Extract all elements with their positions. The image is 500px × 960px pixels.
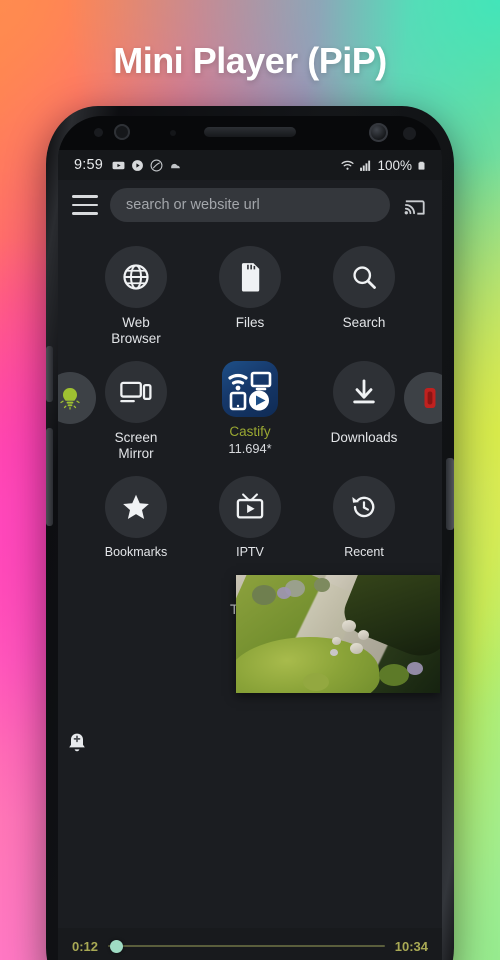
youtube-icon: [112, 161, 125, 169]
app-tile-castify[interactable]: Castify 11.694*: [202, 360, 298, 462]
history-clock-icon: [352, 496, 375, 517]
tile-icon-bg: [219, 246, 281, 308]
seek-bar[interactable]: [108, 937, 385, 955]
app-tile-label: IPTV: [236, 544, 264, 559]
app-grid-row: Web Browser Files Search: [88, 246, 412, 347]
app-shortcut-grid: Web Browser Files Search Screen Mirror C…: [58, 232, 442, 559]
app-grid-row: Screen Mirror Castify 11.694* Downloads: [88, 360, 412, 462]
status-bar-time: 9:59: [74, 157, 104, 173]
app-tile-label: Bookmarks: [104, 544, 168, 559]
phone-top-bezel: [58, 116, 442, 150]
magnifier-icon: [353, 266, 376, 289]
castify-app-icon: [222, 360, 278, 417]
label-line-2: Mirror: [118, 445, 154, 461]
screen-mirror-icon: [120, 381, 152, 403]
tv-play-icon: [236, 493, 264, 519]
battery-icon: [418, 161, 425, 170]
status-bar-notification-icons: [112, 159, 182, 172]
mini-player-bar: 0:12 10:34 Big Buck Bunny, Sunflower ver…: [58, 928, 442, 960]
phone-mockup: 9:59 100% search or website url Web Brow…: [46, 106, 454, 960]
pip-flower: [329, 648, 338, 656]
pip-rock: [331, 636, 341, 645]
download-icon: [353, 379, 375, 404]
app-tile-downloads[interactable]: Downloads: [316, 360, 412, 462]
tile-icon-bg: [333, 475, 395, 538]
trending-section: Tren: [58, 573, 442, 705]
app-tile-label: Downloads: [330, 429, 398, 445]
app-tile-search[interactable]: Search: [316, 246, 412, 347]
pip-flower: [276, 587, 291, 600]
app-tile-label: Castify: [229, 423, 271, 439]
battery-percent-label: 100%: [377, 157, 412, 173]
pip-bush: [252, 584, 277, 605]
seek-row: 0:12 10:34: [58, 934, 442, 958]
seek-track: [108, 945, 385, 947]
tile-icon-bg: [333, 246, 395, 308]
app-tile-label: Web Browser: [111, 315, 161, 347]
app-tile-label: Files: [235, 315, 265, 330]
wifi-icon: [341, 160, 355, 170]
tile-icon-bg: [105, 246, 167, 308]
toolbar: search or website url: [58, 180, 442, 232]
app-tile-recent[interactable]: Recent: [316, 475, 412, 560]
status-bar-system-icons: 100%: [341, 158, 426, 173]
search-input[interactable]: search or website url: [110, 188, 390, 222]
pip-flower: [407, 661, 424, 675]
app-tile-version: 11.694*: [228, 440, 272, 456]
phone-button-volume: [46, 428, 53, 526]
proximity-sensor-icon: [94, 128, 103, 137]
phone-button-bixby: [46, 346, 53, 402]
cast-icon[interactable]: [402, 194, 428, 216]
status-bar: 9:59 100%: [58, 150, 442, 180]
pip-bush: [313, 577, 330, 592]
app-tile-files[interactable]: Files: [202, 246, 298, 347]
app-tile-label: Recent: [344, 544, 384, 559]
app-tile-web-browser[interactable]: Web Browser: [88, 246, 184, 347]
earpiece-speaker: [204, 127, 296, 137]
picture-in-picture-video[interactable]: [236, 575, 440, 694]
record-stop-icon: [424, 388, 436, 408]
duration-label: 10:34: [394, 938, 428, 954]
lightbulb-icon: [60, 388, 80, 410]
app-tile-bookmarks[interactable]: Bookmarks: [88, 475, 184, 560]
signal-icon: [360, 160, 371, 171]
seek-thumb[interactable]: [110, 939, 124, 953]
secondary-sensor-icon: [403, 127, 416, 140]
pip-rock: [350, 642, 364, 654]
light-sensor-icon: [170, 130, 176, 136]
page-title: Mini Player (PiP): [113, 40, 387, 81]
tile-icon-bg: [105, 360, 167, 423]
app-grid-row: Bookmarks IPTV Recent: [88, 475, 412, 560]
label-line-1: Screen: [114, 429, 158, 445]
label-line-2: Browser: [111, 330, 161, 346]
hamburger-menu-icon[interactable]: [72, 195, 98, 215]
add-notification-bell-icon: [69, 733, 85, 752]
add-notification-bell-button[interactable]: [62, 728, 92, 758]
iris-scanner-icon: [114, 124, 130, 140]
phone-screen-area: 9:59 100% search or website url Web Brow…: [58, 116, 442, 960]
front-camera-icon: [369, 123, 388, 142]
tile-icon-bg: [219, 475, 281, 538]
globe-icon: [123, 264, 149, 290]
app-tile-label: Screen Mirror: [115, 430, 158, 462]
current-time-label: 0:12: [72, 938, 99, 954]
app-tile-iptv[interactable]: IPTV: [202, 475, 298, 560]
cloud-icon: [171, 163, 180, 168]
label-line-1: Web: [122, 315, 150, 330]
app-tile-label: Search: [342, 315, 386, 330]
play-circle-icon: [132, 159, 143, 171]
app-tile-screen-mirror[interactable]: Screen Mirror: [88, 360, 184, 462]
sd-card-icon: [241, 263, 260, 292]
tile-icon-bg: [105, 475, 167, 538]
app-screen: 9:59 100% search or website url Web Brow…: [58, 150, 442, 960]
tile-icon-bg: [333, 360, 395, 423]
castify-glyph: [228, 371, 272, 411]
disc-icon: [150, 159, 163, 171]
phone-button-power: [446, 458, 454, 530]
star-icon: [123, 494, 149, 519]
